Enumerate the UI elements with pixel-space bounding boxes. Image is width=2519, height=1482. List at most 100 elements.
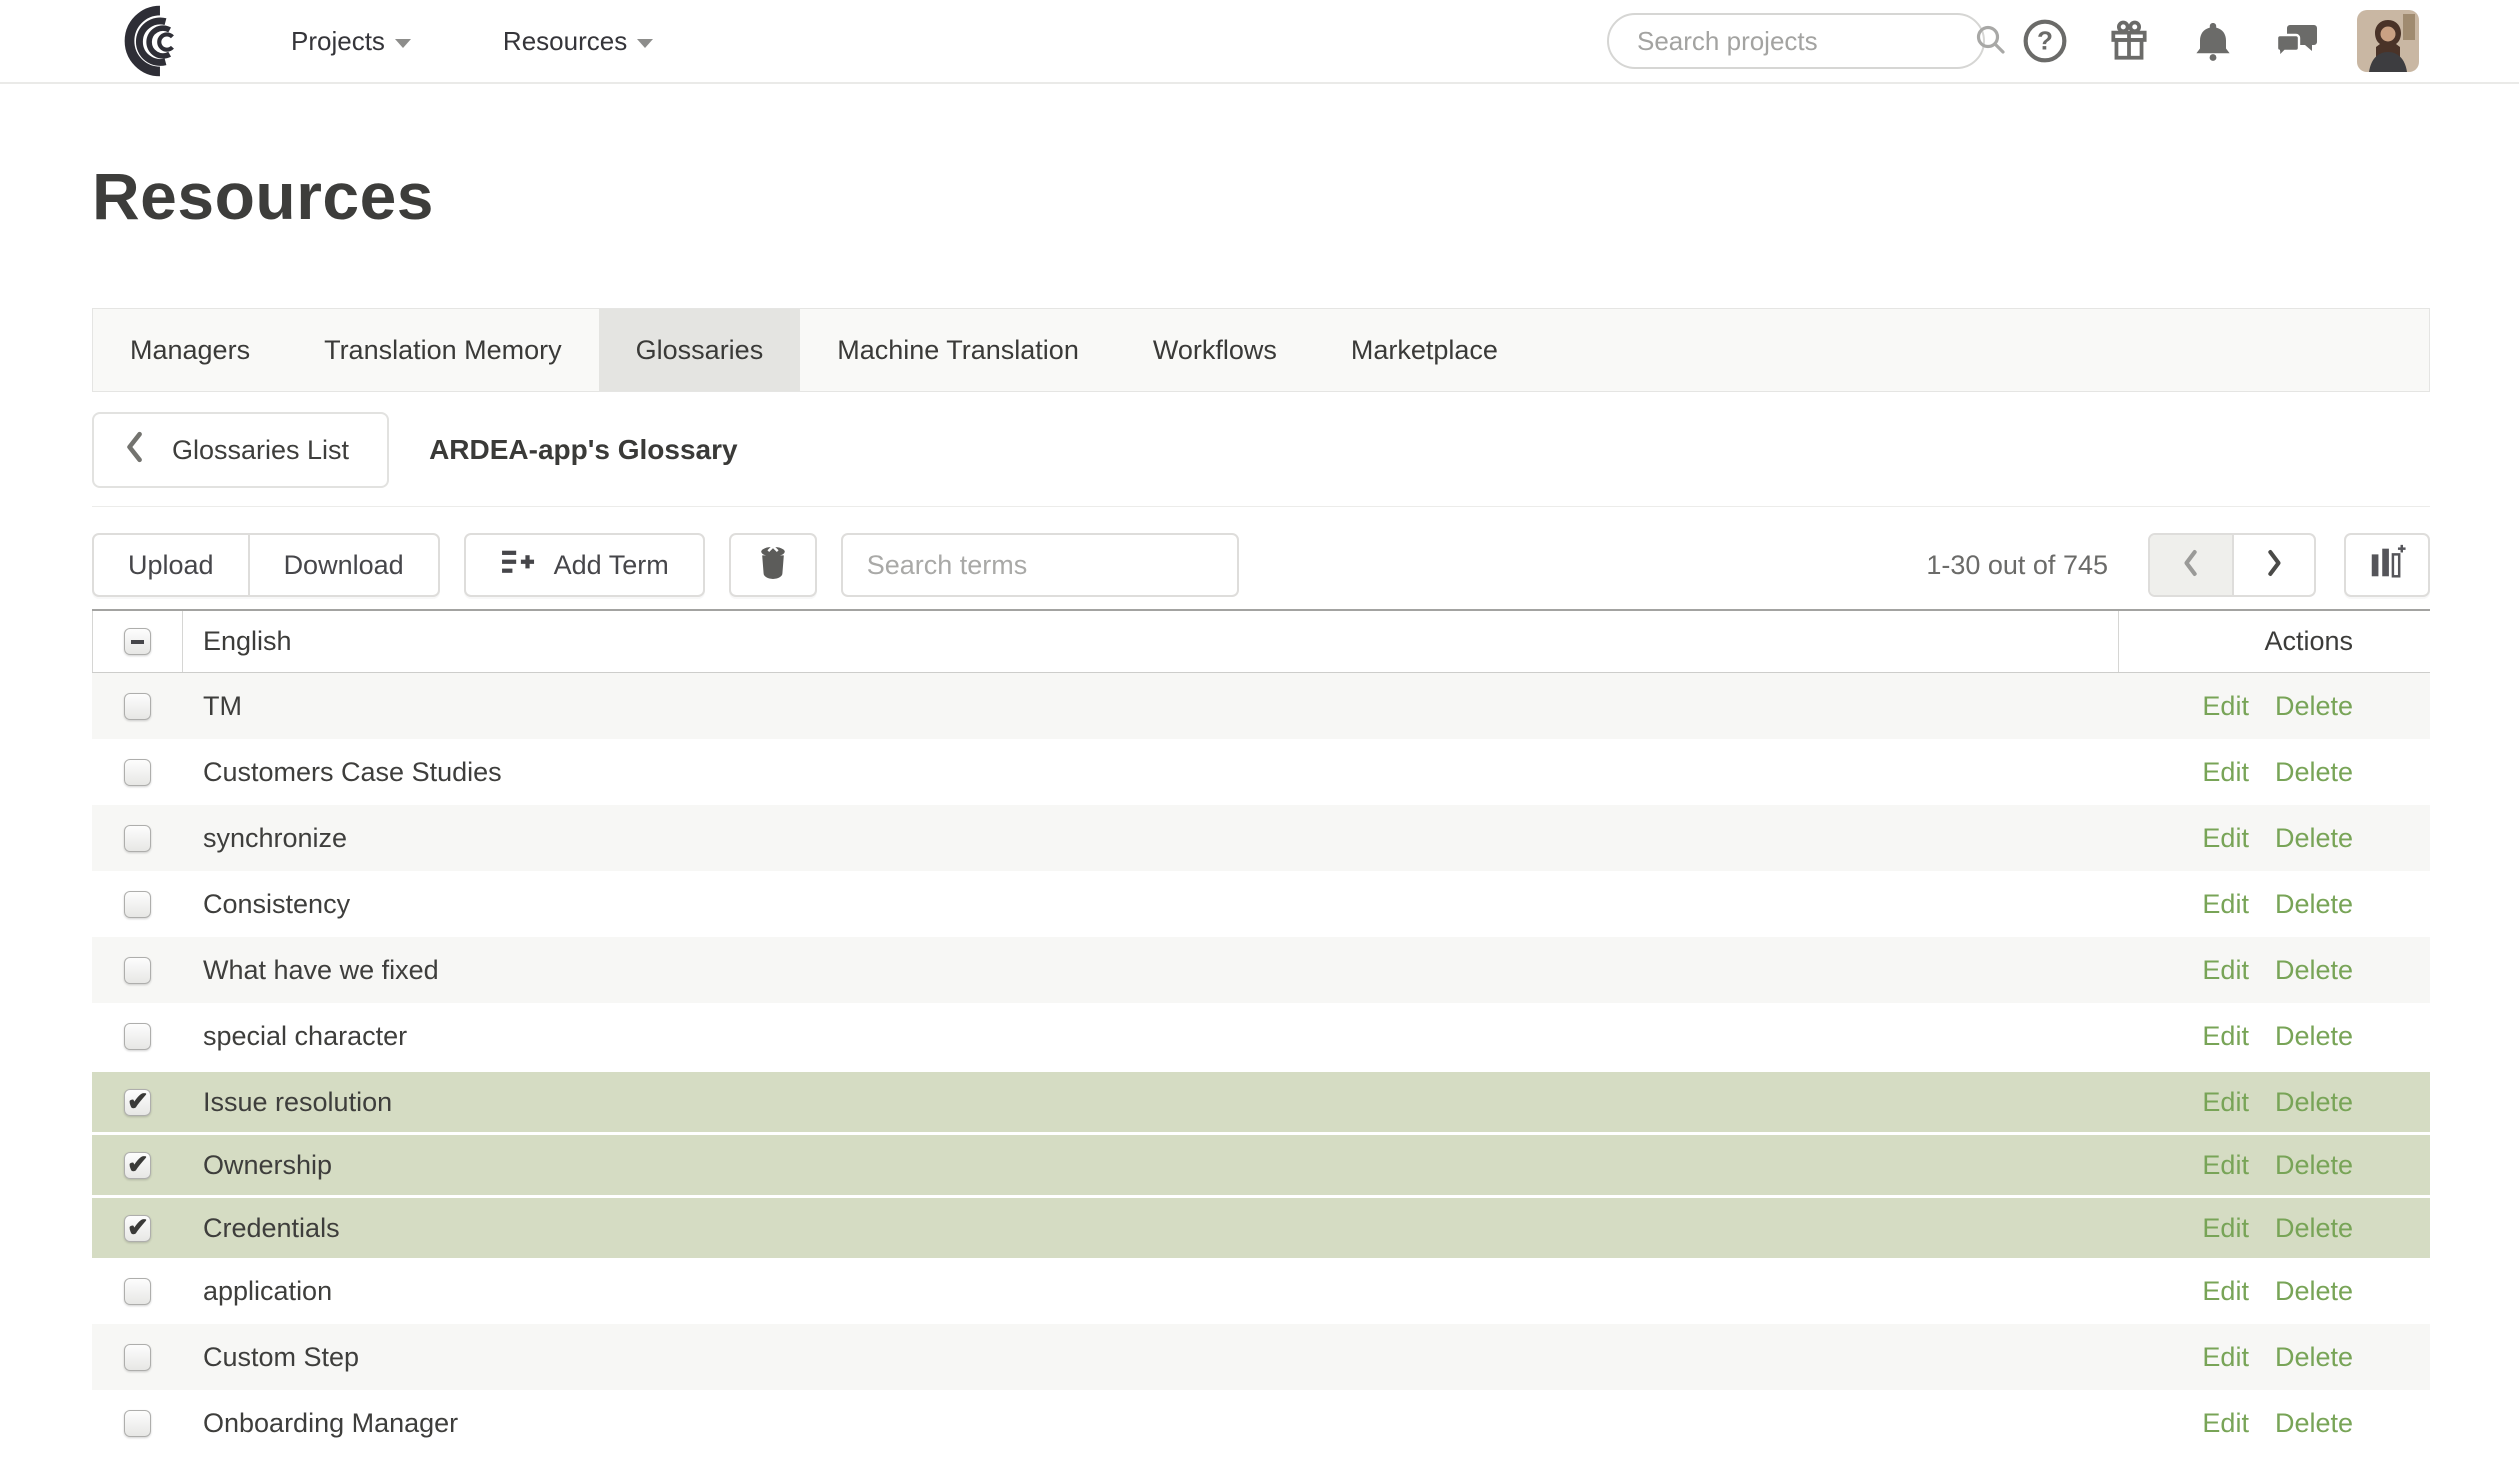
edit-link[interactable]: Edit: [2202, 889, 2249, 920]
upload-button[interactable]: Upload: [94, 535, 248, 595]
prev-page-button[interactable]: [2150, 535, 2232, 595]
breadcrumb: Glossaries List ARDEA-app's Glossary: [92, 412, 2430, 488]
back-button-label: Glossaries List: [172, 434, 350, 465]
delete-link[interactable]: Delete: [2275, 757, 2353, 788]
table-header: English Actions: [92, 609, 2430, 673]
row-checkbox[interactable]: [124, 1409, 151, 1437]
nav-menu-resources-label: Resources: [502, 25, 628, 56]
table-row: synchronize Edit Delete: [92, 805, 2430, 871]
edit-link[interactable]: Edit: [2202, 1087, 2249, 1118]
edit-link[interactable]: Edit: [2202, 1021, 2249, 1052]
glossary-toolbar: Upload Download Add Term Search terms 1-…: [92, 533, 2430, 597]
term-text: Consistency: [203, 888, 351, 919]
delete-link[interactable]: Delete: [2275, 1021, 2353, 1052]
nav-menu-projects-label: Projects: [291, 25, 385, 56]
edit-link[interactable]: Edit: [2202, 757, 2249, 788]
row-checkbox[interactable]: [124, 1086, 151, 1117]
gift-icon[interactable]: [2105, 17, 2153, 65]
glossary-name: ARDEA-app's Glossary: [429, 434, 738, 465]
tab-workflows[interactable]: Workflows: [1116, 309, 1314, 391]
edit-link[interactable]: Edit: [2202, 823, 2249, 854]
term-text: Customers Case Studies: [203, 756, 502, 787]
chevron-down-icon: [637, 38, 654, 48]
edit-link[interactable]: Edit: [2202, 1342, 2249, 1373]
help-icon[interactable]: ?: [2021, 17, 2069, 65]
select-all-checkbox[interactable]: [124, 628, 151, 655]
next-page-button[interactable]: [2232, 535, 2314, 595]
edit-link[interactable]: Edit: [2202, 1213, 2249, 1244]
delete-link[interactable]: Delete: [2275, 823, 2353, 854]
row-checkbox-cell: [92, 805, 183, 871]
tab-managers[interactable]: Managers: [93, 309, 287, 391]
row-checkbox[interactable]: [124, 692, 151, 720]
row-checkbox[interactable]: [124, 1149, 151, 1180]
pagination: [2148, 533, 2316, 597]
add-term-button[interactable]: Add Term: [463, 533, 705, 597]
main-content: Resources Managers Translation Memory Glos…: [92, 158, 2430, 1456]
delete-link[interactable]: Delete: [2275, 1087, 2353, 1118]
tab-marketplace[interactable]: Marketplace: [1314, 309, 1535, 391]
row-checkbox-cell: [92, 1135, 183, 1195]
row-actions: Edit Delete: [2118, 673, 2430, 739]
row-checkbox[interactable]: [124, 824, 151, 852]
nav-menu-resources[interactable]: Resources: [502, 25, 654, 57]
table-row: special character Edit Delete: [92, 1003, 2430, 1069]
row-checkbox[interactable]: [124, 1277, 151, 1305]
chat-icon[interactable]: [2273, 17, 2321, 65]
term-text: What have we fixed: [203, 954, 439, 985]
manage-columns-button[interactable]: [2344, 533, 2430, 597]
row-actions: Edit Delete: [2118, 739, 2430, 805]
row-checkbox[interactable]: [124, 1022, 151, 1050]
table-row: Onboarding Manager Edit Delete: [92, 1390, 2430, 1456]
edit-link[interactable]: Edit: [2202, 1408, 2249, 1439]
table-body: TM Edit Delete Customers Case Studies Edit De…: [92, 673, 2430, 1456]
chevron-right-icon: [2264, 548, 2284, 583]
edit-link[interactable]: Edit: [2202, 1150, 2249, 1181]
table-row: Customers Case Studies Edit Delete: [92, 739, 2430, 805]
row-checkbox-cell: [92, 1324, 183, 1390]
tab-translation-memory[interactable]: Translation Memory: [287, 309, 599, 391]
edit-link[interactable]: Edit: [2202, 691, 2249, 722]
upload-download-group: Upload Download: [92, 533, 440, 597]
add-term-icon: [500, 546, 538, 585]
table-row: Credentials Edit Delete: [92, 1195, 2430, 1258]
tab-glossaries[interactable]: Glossaries: [598, 309, 801, 391]
actions-column-header: Actions: [2118, 611, 2430, 672]
delete-link[interactable]: Delete: [2275, 1408, 2353, 1439]
table-row: What have we fixed Edit Delete: [92, 937, 2430, 1003]
row-checkbox[interactable]: [124, 758, 151, 786]
edit-link[interactable]: Edit: [2202, 955, 2249, 986]
row-checkbox[interactable]: [124, 956, 151, 984]
delete-selected-button[interactable]: [728, 533, 817, 597]
nav-menu-projects[interactable]: Projects: [291, 26, 411, 57]
back-to-glossaries-button[interactable]: Glossaries List: [92, 412, 390, 488]
row-checkbox[interactable]: [124, 890, 151, 918]
row-checkbox[interactable]: [124, 1212, 151, 1243]
delete-link[interactable]: Delete: [2275, 1342, 2353, 1373]
delete-link[interactable]: Delete: [2275, 1276, 2353, 1307]
app-logo-icon[interactable]: [100, 5, 195, 77]
row-checkbox-cell: [92, 1258, 183, 1324]
edit-link[interactable]: Edit: [2202, 1276, 2249, 1307]
chevron-left-icon: [2181, 548, 2201, 583]
row-checkbox[interactable]: [124, 1343, 151, 1371]
download-button[interactable]: Download: [247, 535, 438, 595]
delete-link[interactable]: Delete: [2275, 889, 2353, 920]
term-search-input[interactable]: [840, 533, 1239, 597]
row-checkbox-cell: [92, 1390, 183, 1456]
svg-text:?: ?: [2037, 25, 2053, 55]
table-row: TM Edit Delete: [92, 673, 2430, 739]
tab-machine-translation[interactable]: Machine Translation: [800, 309, 1116, 391]
avatar[interactable]: [2357, 10, 2419, 72]
delete-link[interactable]: Delete: [2275, 1150, 2353, 1181]
add-term-label: Add Term: [553, 549, 669, 580]
row-checkbox-cell: [92, 871, 183, 937]
search-icon[interactable]: [1972, 21, 2008, 62]
row-actions: Edit Delete: [2118, 1198, 2430, 1258]
page-title: Resources: [92, 159, 435, 233]
project-search-input[interactable]: [1637, 25, 1972, 57]
delete-link[interactable]: Delete: [2275, 691, 2353, 722]
bell-icon[interactable]: [2189, 17, 2237, 65]
delete-link[interactable]: Delete: [2275, 1213, 2353, 1244]
delete-link[interactable]: Delete: [2275, 955, 2353, 986]
